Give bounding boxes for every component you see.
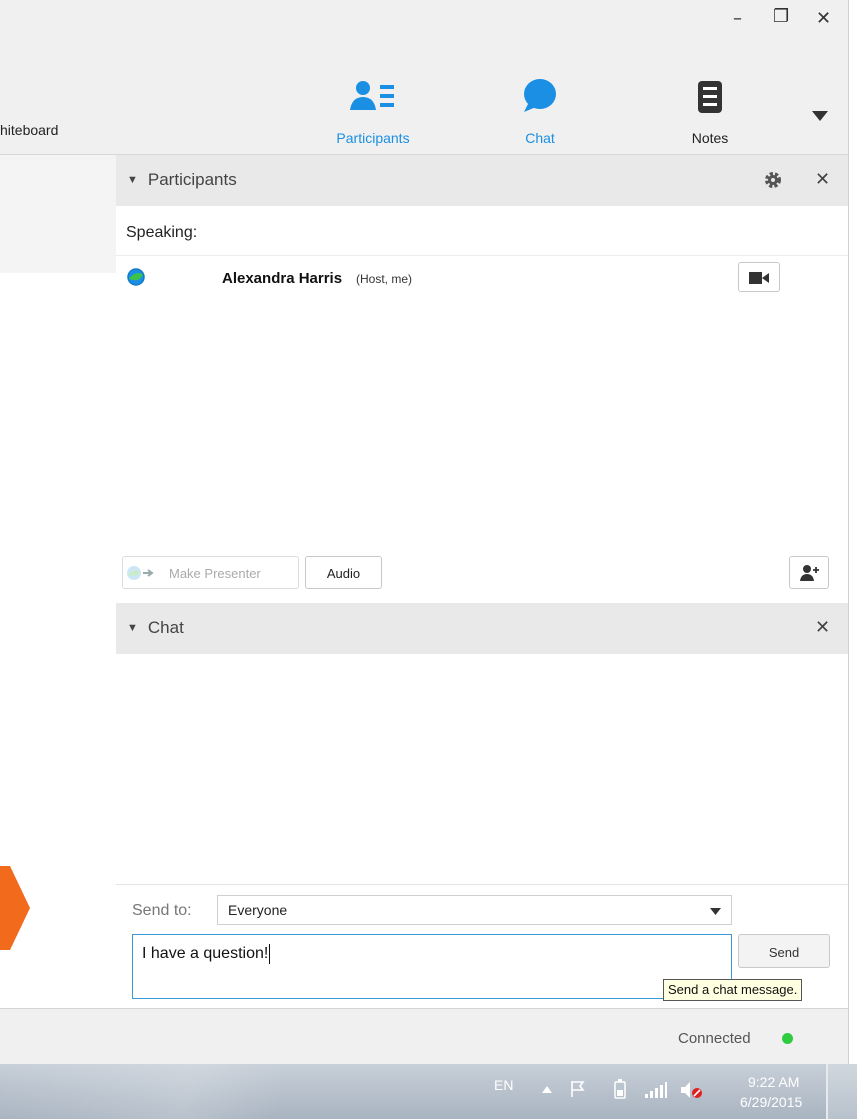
collapse-triangle-icon[interactable]: ▼ [127,174,138,186]
windows-taskbar: EN 9:22 AM 6/29/2015 [0,1064,857,1119]
speaking-row: Speaking: [116,206,848,256]
show-hidden-icons-icon[interactable] [542,1086,552,1093]
gear-icon[interactable] [764,171,782,189]
volume-muted-icon[interactable] [680,1080,704,1100]
connection-status-text: Connected [678,1030,751,1047]
show-desktop-button[interactable] [828,1064,857,1119]
chevron-down-icon [710,908,721,915]
orange-arrow-pointer [0,866,30,950]
participants-panel-title: ▼ Participants [127,170,237,190]
participant-row[interactable]: Alexandra Harris (Host, me) [116,257,848,297]
chat-message-text: I have a question! [142,944,271,964]
presenter-arrow-icon [127,566,154,580]
close-window-button[interactable]: ✕ [816,8,831,29]
taskbar-gloss [0,1064,470,1119]
make-presenter-button[interactable]: Make Presenter [122,556,299,589]
video-button[interactable] [738,262,780,292]
tab-whiteboard[interactable]: hiteboard [0,122,58,138]
chat-compose-area: Send to: Everyone I have a question! Sen… [116,884,848,1008]
flag-icon[interactable] [570,1080,588,1098]
taskbar-date[interactable]: 6/29/2015 [740,1094,802,1110]
chat-message-input[interactable]: I have a question! [132,934,732,999]
window-right-edge [848,0,857,1064]
speaking-label: Speaking: [126,224,198,241]
add-participant-button[interactable] [789,556,829,589]
chat-panel-title-text: Chat [147,618,184,637]
chat-panel-header[interactable]: ▼ Chat ✕ [116,603,848,654]
signal-icon[interactable] [645,1082,667,1098]
participant-role: (Host, me) [356,272,413,286]
tab-notes-label: Notes [691,130,729,146]
video-camera-icon [749,272,769,284]
tab-participants-label: Participants [336,130,410,146]
participants-panel-title-text: Participants [147,170,237,189]
minimize-button[interactable]: – [733,8,742,29]
left-panel-strip [0,155,116,273]
audio-label: Audio [326,566,361,581]
chat-panel-title: ▼ Chat [127,618,184,638]
tab-bar: hiteboard Participants Chat Notes [0,50,848,155]
tab-chat-label: Chat [525,130,555,146]
participants-icon [350,81,394,110]
taskbar-time[interactable]: 9:22 AM [748,1074,799,1090]
collapse-triangle-icon[interactable]: ▼ [127,622,138,634]
send-button[interactable]: Send [738,934,830,968]
chat-message-area [116,654,848,884]
send-tooltip: Send a chat message. [663,979,803,1001]
make-presenter-label: Make Presenter [169,566,261,581]
close-participants-panel-icon[interactable]: ✕ [815,169,830,190]
battery-icon[interactable] [614,1079,626,1099]
connection-status-dot [782,1033,793,1044]
chat-bubble-icon [524,79,556,112]
audio-button[interactable]: Audio [305,556,382,589]
send-button-label: Send [768,945,800,960]
presenter-ball-icon [127,268,145,286]
title-bar: – ❐ ✕ [0,0,848,50]
restore-button[interactable]: ❐ [773,6,789,27]
add-user-icon [800,565,819,581]
send-to-label: Send to: [132,902,192,919]
chevron-down-icon[interactable] [812,111,828,121]
status-bar: Connected [0,1008,848,1064]
send-to-dropdown[interactable]: Everyone [217,895,732,925]
participant-name: Alexandra Harris [222,270,343,287]
language-indicator[interactable]: EN [494,1077,513,1093]
participants-panel-header[interactable]: ▼ Participants ✕ [116,155,848,206]
notebook-icon [698,81,722,113]
close-chat-panel-icon[interactable]: ✕ [815,617,830,638]
send-to-value: Everyone [228,902,288,918]
